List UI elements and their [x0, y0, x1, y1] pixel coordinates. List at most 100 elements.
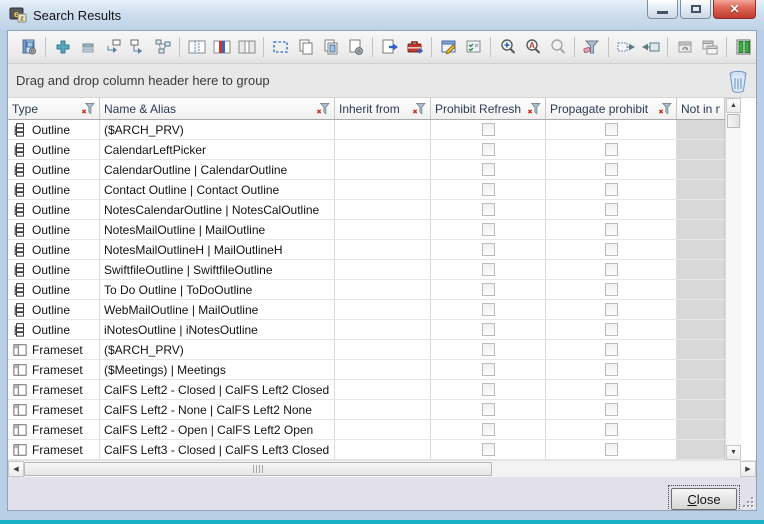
- add-entry-button[interactable]: [50, 35, 75, 60]
- prohibit-refresh-checkbox[interactable]: [482, 303, 495, 316]
- copy-pages-button[interactable]: [293, 35, 318, 60]
- zoom-text-button[interactable]: [520, 35, 545, 60]
- prohibit-refresh-cell[interactable]: [431, 200, 546, 219]
- type-cell[interactable]: Frameset: [8, 380, 100, 399]
- columns-button[interactable]: [234, 35, 259, 60]
- prohibit-refresh-cell[interactable]: [431, 140, 546, 159]
- prohibit-refresh-cell[interactable]: [431, 340, 546, 359]
- name-alias-cell[interactable]: iNotesOutline | iNotesOutline: [100, 320, 335, 339]
- prohibit-refresh-cell[interactable]: [431, 280, 546, 299]
- propagate-prohibit-checkbox[interactable]: [605, 303, 618, 316]
- select-region-button[interactable]: [268, 35, 293, 60]
- inherit-from-cell[interactable]: [335, 140, 431, 159]
- minimize-button[interactable]: [647, 0, 678, 19]
- propagate-prohibit-checkbox[interactable]: [605, 323, 618, 336]
- name-alias-cell[interactable]: To Do Outline | ToDoOutline: [100, 280, 335, 299]
- name-alias-cell[interactable]: CalFS Left3 - Closed | CalFS Left3 Close…: [100, 440, 335, 459]
- column-header-inherit-from[interactable]: Inherit from: [335, 98, 431, 119]
- name-alias-cell[interactable]: CalendarLeftPicker: [100, 140, 335, 159]
- scroll-down-button[interactable]: ▼: [726, 445, 741, 460]
- prohibit-refresh-cell[interactable]: [431, 300, 546, 319]
- name-alias-cell[interactable]: NotesCalendarOutline | NotesCalOutline: [100, 200, 335, 219]
- type-cell[interactable]: Outline: [8, 160, 100, 179]
- name-alias-cell[interactable]: SwiftfileOutline | SwiftfileOutline: [100, 260, 335, 279]
- inherit-from-cell[interactable]: [335, 380, 431, 399]
- not-in-menu-cell[interactable]: [677, 320, 725, 339]
- close-button[interactable]: Close: [671, 488, 737, 510]
- inherit-from-cell[interactable]: [335, 320, 431, 339]
- inherit-from-cell[interactable]: [335, 280, 431, 299]
- scroll-up-button[interactable]: ▲: [726, 98, 741, 113]
- prohibit-refresh-cell[interactable]: [431, 420, 546, 439]
- not-in-menu-cell[interactable]: [677, 340, 725, 359]
- prohibit-refresh-checkbox[interactable]: [482, 223, 495, 236]
- not-in-menu-cell[interactable]: [677, 260, 725, 279]
- name-alias-cell[interactable]: ($Meetings) | Meetings: [100, 360, 335, 379]
- prohibit-refresh-cell[interactable]: [431, 260, 546, 279]
- export-page-button[interactable]: [377, 35, 402, 60]
- propagate-prohibit-cell[interactable]: [546, 180, 677, 199]
- propagate-prohibit-checkbox[interactable]: [605, 203, 618, 216]
- link-nodes-button[interactable]: [150, 35, 175, 60]
- insert-column-button[interactable]: [184, 35, 209, 60]
- not-in-menu-cell[interactable]: [677, 440, 725, 459]
- prohibit-refresh-checkbox[interactable]: [482, 323, 495, 336]
- propagate-prohibit-checkbox[interactable]: [605, 223, 618, 236]
- type-cell[interactable]: Outline: [8, 260, 100, 279]
- open-window-button[interactable]: [672, 35, 697, 60]
- column-header-propagate-prohibit[interactable]: Propagate prohibit: [546, 98, 677, 119]
- inherit-from-cell[interactable]: [335, 260, 431, 279]
- not-in-menu-cell[interactable]: [677, 140, 725, 159]
- show-columns-button[interactable]: [731, 35, 756, 60]
- prohibit-refresh-checkbox[interactable]: [482, 243, 495, 256]
- not-in-menu-cell[interactable]: [677, 420, 725, 439]
- not-in-menu-cell[interactable]: [677, 380, 725, 399]
- propagate-prohibit-cell[interactable]: [546, 220, 677, 239]
- filter-icon[interactable]: [527, 102, 541, 115]
- prohibit-refresh-cell[interactable]: [431, 220, 546, 239]
- propagate-prohibit-checkbox[interactable]: [605, 403, 618, 416]
- scroll-left-button[interactable]: ◀: [8, 461, 24, 477]
- table-row[interactable]: OutlineContact Outline | Contact Outline: [8, 180, 725, 200]
- propagate-prohibit-cell[interactable]: [546, 280, 677, 299]
- propagate-prohibit-checkbox[interactable]: [605, 443, 618, 456]
- table-row[interactable]: FramesetCalFS Left2 - Closed | CalFS Lef…: [8, 380, 725, 400]
- column-header-name-alias[interactable]: Name & Alias: [100, 98, 335, 119]
- not-in-menu-cell[interactable]: [677, 280, 725, 299]
- propagate-prohibit-cell[interactable]: [546, 320, 677, 339]
- horizontal-scroll-track[interactable]: [492, 461, 740, 477]
- vertical-scrollbar[interactable]: ▲ ▼: [725, 98, 741, 460]
- remove-entry-button[interactable]: [75, 35, 100, 60]
- table-row[interactable]: OutlineSwiftfileOutline | SwiftfileOutli…: [8, 260, 725, 280]
- propagate-prohibit-checkbox[interactable]: [605, 163, 618, 176]
- not-in-menu-cell[interactable]: [677, 200, 725, 219]
- demote-entry-button[interactable]: [125, 35, 150, 60]
- type-cell[interactable]: Outline: [8, 140, 100, 159]
- not-in-menu-cell[interactable]: [677, 240, 725, 259]
- clear-filter-button[interactable]: [579, 35, 604, 60]
- type-cell[interactable]: Outline: [8, 300, 100, 319]
- inherit-from-cell[interactable]: [335, 240, 431, 259]
- inherit-from-cell[interactable]: [335, 180, 431, 199]
- table-row[interactable]: OutlineNotesCalendarOutline | NotesCalOu…: [8, 200, 725, 220]
- name-alias-cell[interactable]: CalFS Left2 - Closed | CalFS Left2 Close…: [100, 380, 335, 399]
- prohibit-refresh-checkbox[interactable]: [482, 123, 495, 136]
- table-row[interactable]: Frameset($ARCH_PRV): [8, 340, 725, 360]
- insert-colored-column-button[interactable]: [209, 35, 234, 60]
- table-row[interactable]: Frameset($Meetings) | Meetings: [8, 360, 725, 380]
- trash-icon[interactable]: [728, 69, 748, 93]
- promote-entry-button[interactable]: [100, 35, 125, 60]
- not-in-menu-cell[interactable]: [677, 300, 725, 319]
- inherit-from-cell[interactable]: [335, 220, 431, 239]
- prohibit-refresh-cell[interactable]: [431, 180, 546, 199]
- horizontal-scrollbar[interactable]: ◀ ▶: [8, 460, 756, 477]
- propagate-prohibit-cell[interactable]: [546, 260, 677, 279]
- prohibit-refresh-checkbox[interactable]: [482, 443, 495, 456]
- zoom-in-button[interactable]: [495, 35, 520, 60]
- propagate-prohibit-cell[interactable]: [546, 300, 677, 319]
- inherit-from-cell[interactable]: [335, 200, 431, 219]
- prohibit-refresh-checkbox[interactable]: [482, 383, 495, 396]
- propagate-prohibit-checkbox[interactable]: [605, 183, 618, 196]
- table-row[interactable]: OutlineNotesMailOutlineH | MailOutlineH: [8, 240, 725, 260]
- propagate-prohibit-checkbox[interactable]: [605, 283, 618, 296]
